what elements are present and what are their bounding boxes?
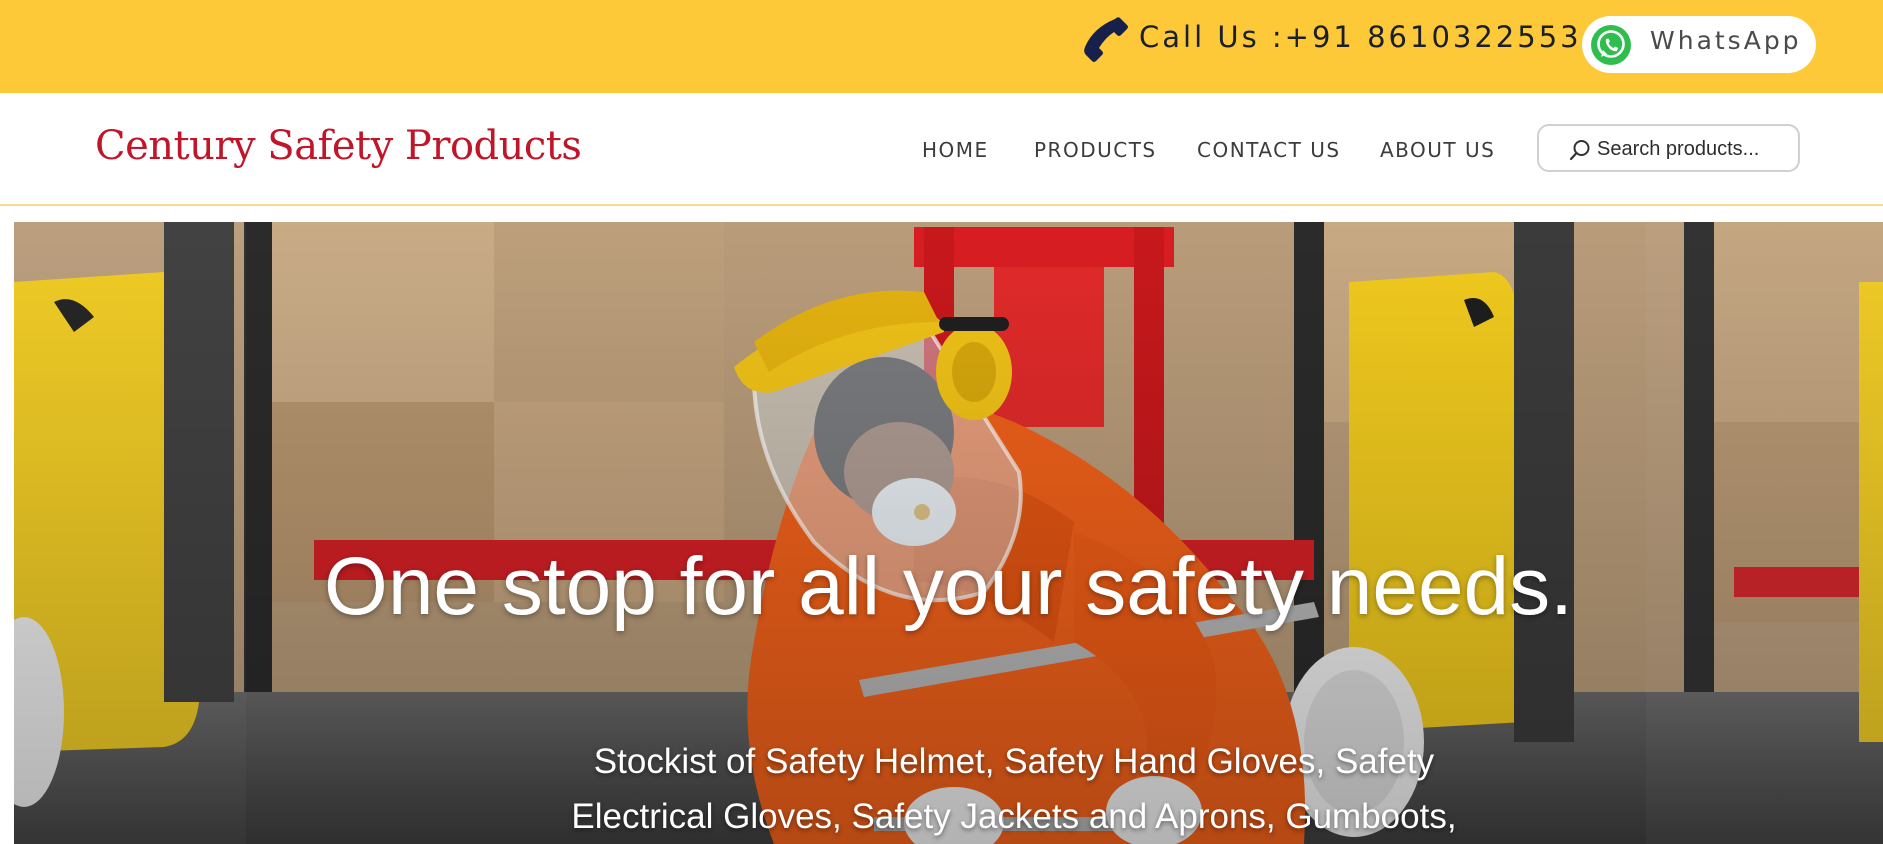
nav-products[interactable]: PRODUCTS xyxy=(1034,138,1157,162)
call-us-text: Call Us :+91 8610322553 xyxy=(1139,20,1582,54)
nav-contact-us[interactable]: CONTACT US xyxy=(1197,138,1341,162)
hero-banner: One stop for all your safety needs. Stoc… xyxy=(14,222,1883,844)
hero-subtitle: Stockist of Safety Helmet, Safety Hand G… xyxy=(571,742,1457,836)
hero-title: One stop for all your safety needs. xyxy=(324,541,1573,632)
whatsapp-label: WhatsApp xyxy=(1650,26,1802,55)
nav-about-us[interactable]: ABOUT US xyxy=(1380,138,1495,162)
whatsapp-button[interactable]: WhatsApp xyxy=(1582,16,1816,73)
site-logo[interactable]: Century Safety Products xyxy=(95,123,582,169)
nav-home[interactable]: HOME xyxy=(922,138,989,162)
whatsapp-icon xyxy=(1591,25,1631,65)
search-box[interactable] xyxy=(1537,124,1800,172)
site-header: Century Safety Products HOME PRODUCTS CO… xyxy=(0,93,1883,206)
top-contact-bar: Call Us :+91 8610322553 WhatsApp xyxy=(0,0,1883,93)
phone-icon xyxy=(1084,17,1128,62)
search-input[interactable] xyxy=(1597,135,1787,163)
search-icon xyxy=(1569,140,1590,161)
